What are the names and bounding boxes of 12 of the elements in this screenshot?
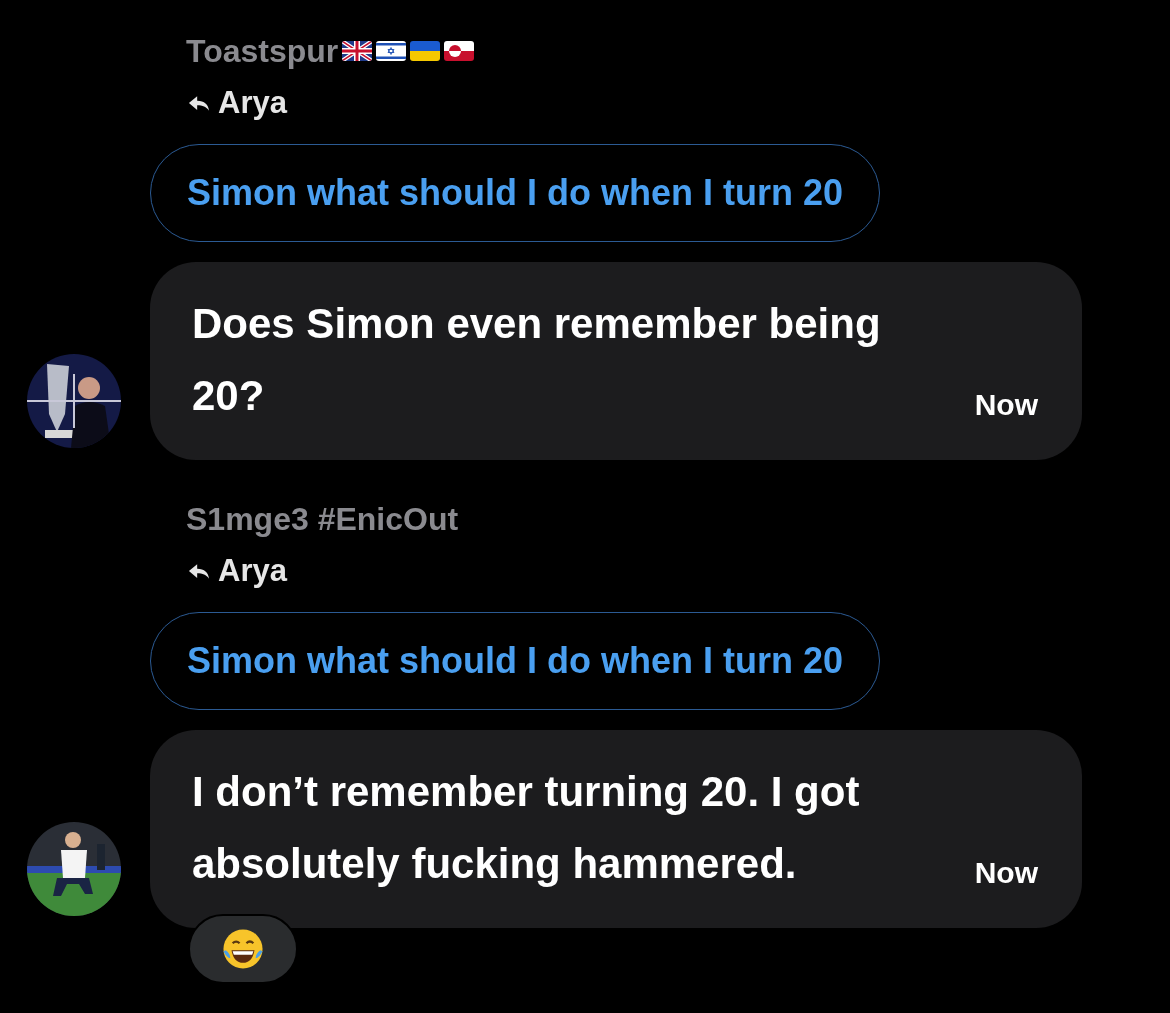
author-name: Toastspur <box>186 32 339 70</box>
reply-to-name: Arya <box>218 553 287 589</box>
message-text: I don’t remember turning 20. I got absolutely fucking hammered. <box>192 767 861 889</box>
flag-icon <box>410 41 441 61</box>
reply-to-name: Arya <box>218 85 287 121</box>
author-name: S1mge3 #EnicOut <box>186 500 459 538</box>
flag-icon <box>376 41 407 61</box>
message-time: Now <box>974 388 1038 423</box>
flag-icon <box>444 41 475 61</box>
message-time: Now <box>974 856 1038 891</box>
flag-icon <box>342 41 373 61</box>
message-text: Does Simon even remember being 20? <box>192 299 882 421</box>
